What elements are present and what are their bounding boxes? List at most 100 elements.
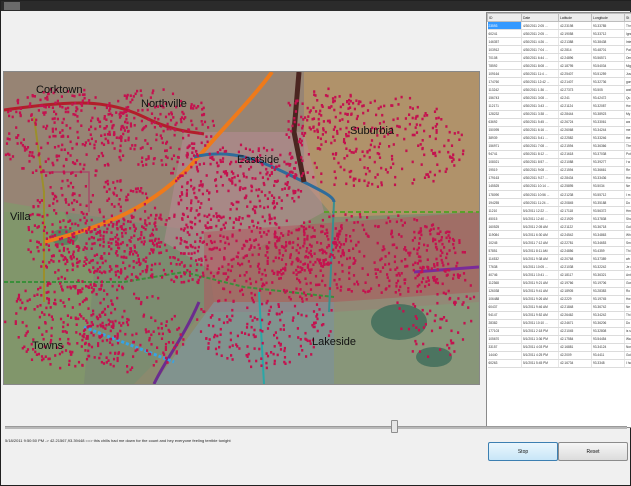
incident-marker[interactable]: [136, 89, 139, 93]
incident-marker[interactable]: [130, 236, 133, 239]
table-cell[interactable]: 42.16881: [558, 343, 592, 352]
table-row[interactable]: 11210 5/1/2011 12:22 ... 42.17118 93.56372 H…: [487, 206, 631, 216]
incident-marker[interactable]: [278, 249, 281, 252]
incident-marker[interactable]: [168, 330, 171, 333]
incident-marker[interactable]: [303, 221, 306, 224]
table-cell[interactable]: 105670: [487, 335, 522, 344]
incident-marker[interactable]: [108, 133, 111, 136]
incident-marker[interactable]: [385, 287, 388, 290]
incident-marker[interactable]: [42, 169, 45, 173]
incident-marker[interactable]: [336, 238, 339, 241]
incident-marker[interactable]: [287, 230, 290, 233]
incident-marker[interactable]: [421, 308, 424, 312]
incident-marker[interactable]: [119, 180, 122, 183]
incident-marker[interactable]: [309, 260, 312, 264]
incident-marker[interactable]: [460, 133, 463, 137]
incident-marker[interactable]: [349, 239, 353, 243]
incident-marker[interactable]: [129, 227, 132, 230]
incident-marker[interactable]: [199, 180, 203, 183]
incident-marker[interactable]: [196, 263, 199, 266]
incident-marker[interactable]: [322, 120, 325, 123]
incident-marker[interactable]: [71, 161, 75, 164]
incident-marker[interactable]: [102, 234, 105, 238]
incident-marker[interactable]: [184, 171, 187, 175]
incident-marker[interactable]: [337, 261, 341, 264]
incident-marker[interactable]: [117, 219, 120, 223]
incident-marker[interactable]: [35, 353, 38, 356]
incident-marker[interactable]: [58, 230, 61, 234]
incident-marker[interactable]: [256, 226, 259, 229]
incident-marker[interactable]: [208, 191, 211, 195]
table-cell[interactable]: 177103: [487, 327, 522, 336]
incident-marker[interactable]: [109, 320, 112, 323]
incident-marker[interactable]: [74, 316, 77, 320]
incident-marker[interactable]: [321, 133, 324, 136]
incident-marker[interactable]: [345, 234, 348, 237]
incident-marker[interactable]: [155, 228, 158, 231]
incident-marker[interactable]: [366, 273, 369, 276]
incident-marker[interactable]: [420, 233, 423, 237]
incident-marker[interactable]: [126, 243, 129, 247]
incident-marker[interactable]: [103, 230, 106, 234]
incident-marker[interactable]: [212, 324, 215, 328]
table-cell[interactable]: 93.36742: [591, 303, 625, 312]
incident-marker[interactable]: [355, 117, 358, 121]
incident-marker[interactable]: [348, 266, 351, 270]
incident-marker[interactable]: [318, 249, 321, 252]
incident-marker[interactable]: [110, 214, 113, 218]
incident-marker[interactable]: [394, 291, 397, 294]
incident-marker[interactable]: [422, 342, 425, 346]
incident-marker[interactable]: [155, 360, 158, 363]
incident-marker[interactable]: [122, 132, 125, 136]
table-cell[interactable]: 4/30/2011 5:45 ...: [521, 118, 559, 127]
incident-marker[interactable]: [240, 288, 243, 292]
table-cell[interactable]: 5/1/2011 8:11 AM: [521, 246, 559, 256]
incident-marker[interactable]: [224, 298, 227, 302]
incident-marker[interactable]: [226, 237, 229, 240]
table-cell[interactable]: 93.34124: [591, 343, 625, 352]
incident-marker[interactable]: [238, 179, 241, 183]
incident-marker[interactable]: [237, 218, 240, 222]
table-cell[interactable]: 174760: [487, 77, 522, 87]
incident-marker[interactable]: [191, 123, 194, 127]
table-cell[interactable]: 128232: [487, 110, 522, 119]
incident-marker[interactable]: [200, 101, 203, 105]
incident-marker[interactable]: [131, 98, 134, 102]
incident-marker[interactable]: [164, 149, 167, 153]
incident-marker[interactable]: [297, 336, 300, 339]
incident-marker[interactable]: [132, 252, 135, 256]
incident-marker[interactable]: [62, 249, 65, 252]
incident-marker[interactable]: [19, 298, 22, 302]
incident-marker[interactable]: [78, 230, 81, 233]
incident-marker[interactable]: [72, 186, 75, 189]
incident-marker[interactable]: [411, 239, 414, 242]
incident-marker[interactable]: [213, 333, 217, 337]
incident-marker[interactable]: [333, 256, 336, 259]
incident-marker[interactable]: [140, 160, 143, 164]
table-cell[interactable]: 93.36206: [591, 319, 625, 328]
incident-marker[interactable]: [83, 88, 86, 92]
incident-marker[interactable]: [46, 141, 49, 145]
incident-marker[interactable]: [438, 326, 442, 329]
incident-marker[interactable]: [289, 103, 292, 107]
incident-marker[interactable]: [193, 191, 196, 195]
table-cell[interactable]: My: [624, 110, 631, 119]
incident-marker[interactable]: [400, 259, 403, 263]
table-cell[interactable]: 4/30/2011 8:57 ...: [521, 158, 559, 167]
incident-marker[interactable]: [151, 295, 154, 298]
incident-marker[interactable]: [109, 265, 112, 269]
incident-marker[interactable]: [110, 325, 113, 328]
incident-marker[interactable]: [247, 333, 250, 337]
incident-marker[interactable]: [274, 242, 277, 245]
incident-marker[interactable]: [220, 354, 223, 357]
table-cell[interactable]: 33157: [487, 343, 522, 352]
table-cell[interactable]: 103912: [487, 45, 522, 55]
table-cell[interactable]: 178090: [487, 190, 522, 200]
incident-marker[interactable]: [241, 247, 244, 250]
incident-marker[interactable]: [118, 321, 121, 325]
incident-marker[interactable]: [207, 126, 210, 129]
table-cell[interactable]: 42.18905: [558, 287, 592, 296]
table-cell[interactable]: 160525: [487, 222, 522, 232]
incident-marker[interactable]: [107, 197, 111, 201]
incident-marker[interactable]: [251, 207, 255, 211]
